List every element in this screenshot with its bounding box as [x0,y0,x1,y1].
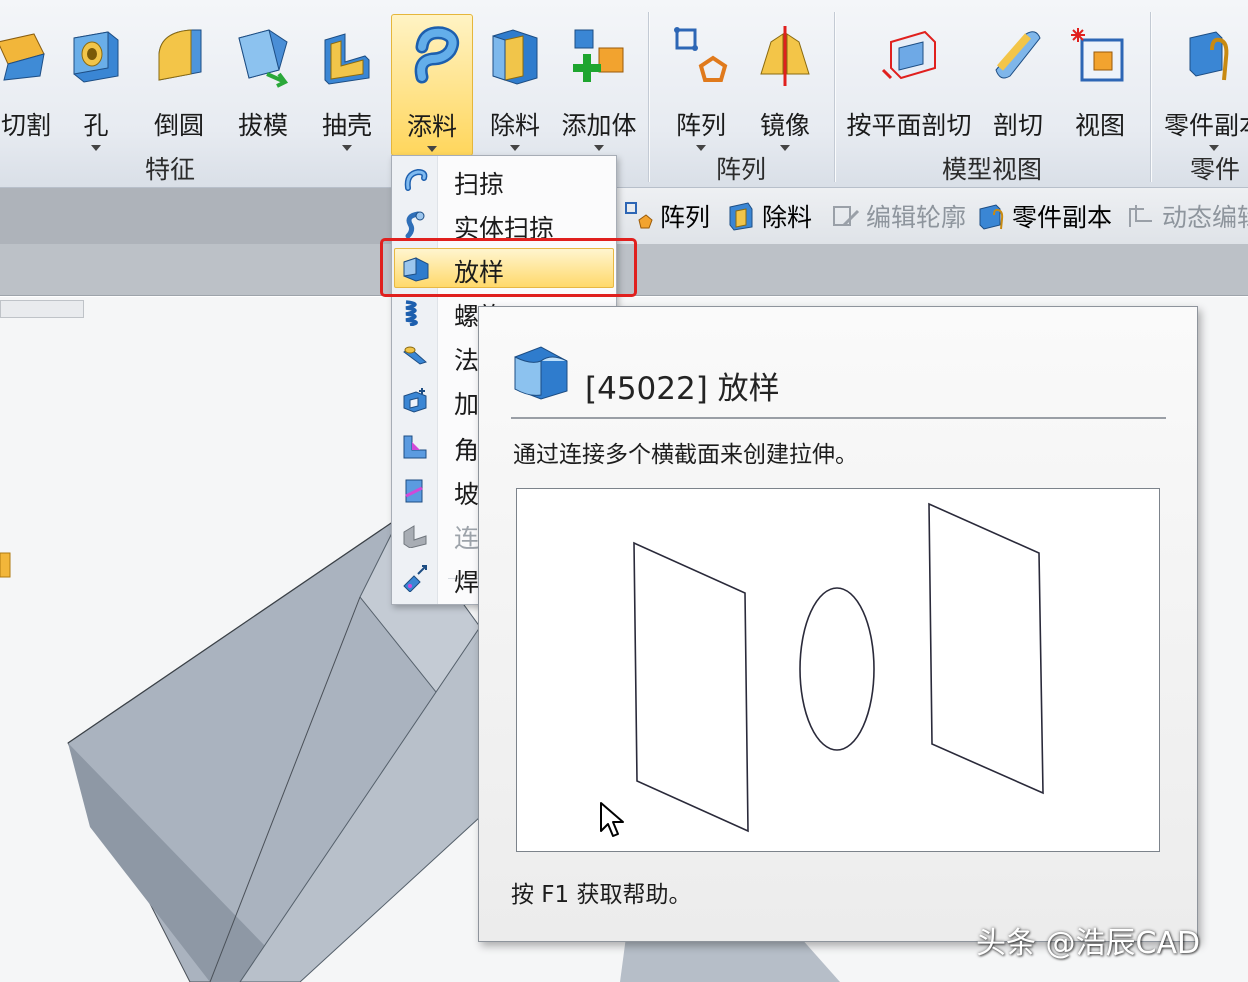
ribbon: 切割 孔 倒圆 拔模 抽壳 添料 除料 添加体 阵列 镜像 按平面剖切 剖切 视… [0,0,1248,188]
remove-command-label: 除料 [762,203,813,232]
normal-icon [403,346,427,365]
pattern-small-icon [625,202,653,229]
pattern-icon [674,27,728,82]
edit-profile-icon [833,206,860,227]
add-body-icon [573,29,624,82]
menu-item-rib-label: 角 [454,436,480,465]
hole-label: 孔 [83,111,109,140]
menu-item-web-label: 连 [454,524,480,553]
remove-dropdown-arrow[interactable] [510,145,520,151]
thicken-icon [403,388,427,413]
pattern-command[interactable]: 阵列 [624,198,710,234]
cut-icon [0,33,45,81]
helix-icon [405,300,418,326]
tooltip-help-hint: 按 F1 获取帮助。 [511,882,692,908]
edit-profile-command[interactable]: 编辑轮廓 [830,198,966,234]
shell-dropdown-arrow[interactable] [342,145,352,151]
add-label: 添料 [406,112,457,141]
section-icon [995,31,1041,79]
shell-label: 抽壳 [321,111,372,140]
shell-button[interactable]: 抽壳 [310,14,384,156]
edit-profile-label: 编辑轮廓 [866,203,967,232]
group-label-parts: 零件 [1189,155,1240,184]
remove-command[interactable]: 除料 [726,198,812,234]
add-body-button[interactable]: 添加体 [556,14,642,156]
view-icon [1071,28,1124,82]
hole-button[interactable]: 孔 [62,14,130,156]
dynamic-edit-icon [1129,205,1152,227]
draft-label: 拔模 [237,111,288,140]
menu-item-lip-label: 坡 [454,480,480,509]
hole-icon [73,31,119,83]
pattern-button[interactable]: 阵列 [664,14,738,156]
solid-sweep-icon [405,211,425,238]
tooltip-title: [45022] 放样 [585,371,780,407]
loft-large-icon [514,346,568,400]
tooltip-description: 通过连接多个横截面来创建拉伸。 [513,442,858,468]
part-copy-command[interactable]: 零件副本 [976,198,1112,234]
add-sweep-icon [414,26,460,84]
menu-item-sweep[interactable]: 扫掠 [392,159,616,201]
add-dropdown-arrow[interactable] [427,146,437,152]
sweep-icon [404,168,428,191]
remove-icon [492,29,538,85]
loft-tooltip: [45022] 放样 通过连接多个横截面来创建拉伸。 按 F1 获取帮助。 [478,306,1198,942]
part-copy-icon [1189,31,1229,81]
secondary-toolbar: 阵列 除料 编辑轮廓 零件副本 动态编 [0,188,1248,244]
view-button[interactable]: 视图 [1064,14,1136,156]
horizontal-scrollbar[interactable] [0,300,84,318]
loft-highlight-outline [380,238,637,297]
remove-label: 除料 [489,111,540,140]
mirror-button[interactable]: 镜像 [748,14,822,156]
section-label: 剖切 [992,111,1043,140]
add-button[interactable]: 添料 [391,14,473,156]
menu-item-normal-label: 法 [454,346,480,375]
part-copy-label: 零件副本 [1164,111,1248,140]
mouse-cursor-icon [600,802,624,837]
remove-button[interactable]: 除料 [478,14,552,156]
tooltip-divider [511,417,1166,419]
rib-icon [403,435,427,459]
menu-item-sweep-label: 扫掠 [454,170,505,199]
viewport-marker [0,552,11,578]
group-label-features: 特征 [144,155,195,184]
dynamic-edit-command[interactable]: 动态编辑 [1126,198,1248,234]
view-label: 视图 [1074,111,1125,140]
mirror-label: 镜像 [759,111,810,140]
section-button[interactable]: 剖切 [984,14,1052,156]
plane-section-icon [881,30,936,80]
round-icon [158,29,202,81]
plane-section-button[interactable]: 按平面剖切 [846,14,972,156]
menu-item-weld-label: 焊 [454,568,480,597]
part-copy-small-icon [979,204,1004,230]
menu-item-thicken-label: 加 [454,390,480,419]
part-copy-button[interactable]: 零件副本 [1160,14,1248,156]
round-button[interactable]: 倒圆 [140,14,218,156]
pattern-label: 阵列 [675,111,726,140]
tooltip-illustration [516,488,1160,852]
draft-icon [238,29,289,88]
shell-icon [324,33,370,85]
command-bar: 阵列 除料 编辑轮廓 零件副本 动态编 [616,188,1248,244]
cut-button[interactable]: 切割 [0,14,58,156]
remove-small-icon [729,202,753,231]
web-icon [403,525,427,548]
pattern-command-label: 阵列 [660,203,711,232]
weld-icon [403,565,427,592]
cut-label: 切割 [0,111,51,140]
dynamic-edit-label: 动态编辑 [1162,203,1248,232]
watermark: 头条 @浩辰CAD [976,926,1201,961]
round-label: 倒圆 [153,111,204,140]
add-body-label: 添加体 [561,111,637,140]
plane-section-label: 按平面剖切 [846,111,972,140]
group-label-pattern: 阵列 [715,155,766,184]
mirror-icon [760,26,810,86]
group-label-model-view: 模型视图 [941,155,1042,184]
add-body-dropdown-arrow[interactable] [594,145,604,151]
draft-button[interactable]: 拔模 [226,14,300,156]
part-copy-command-label: 零件副本 [1012,203,1113,232]
loft-cross-sections-illustration [633,502,1044,833]
lip-icon [405,479,423,503]
